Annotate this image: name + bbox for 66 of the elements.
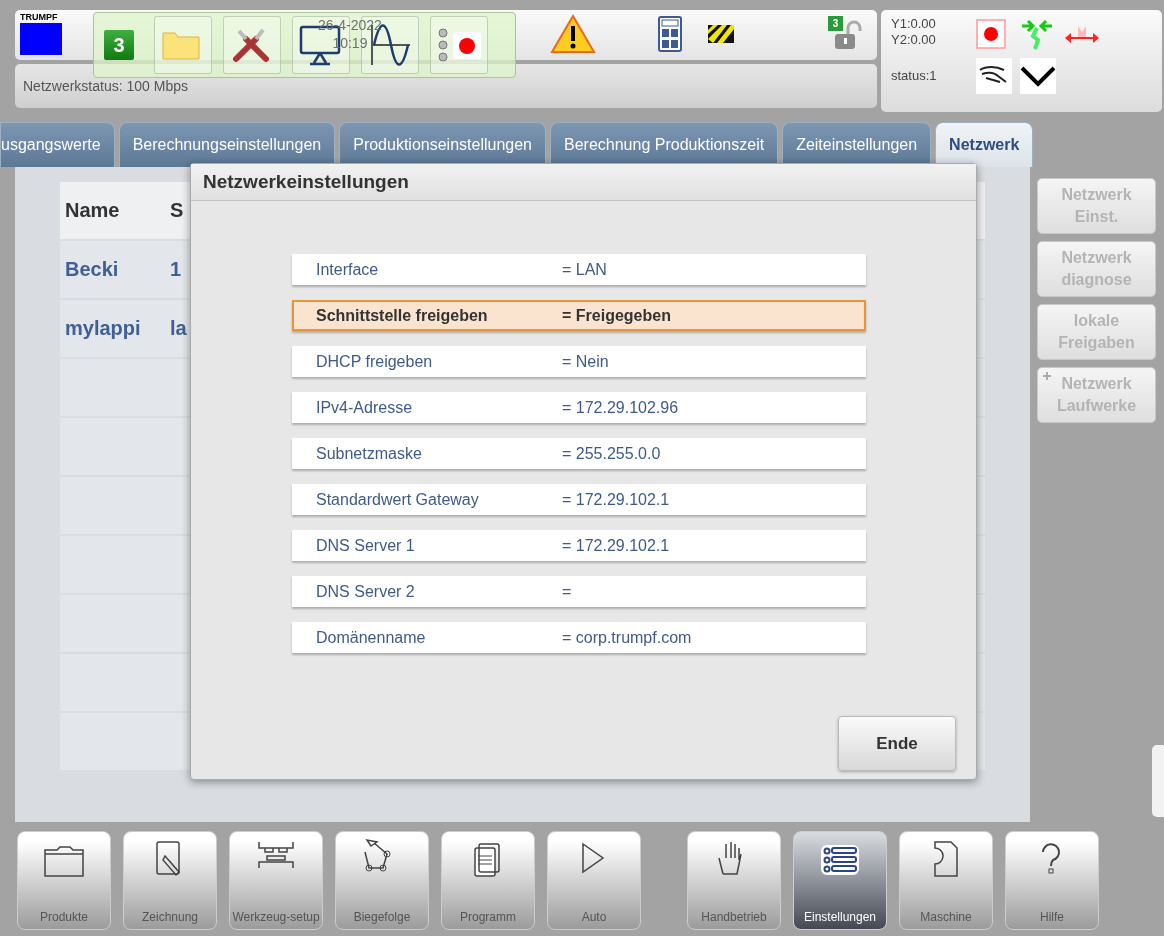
setting-row[interactable]: Schnittstelle freigeben = Freigegeben — [292, 300, 866, 331]
network-status: Netzwerkstatus: 100 Mbps — [23, 78, 188, 94]
setting-row[interactable]: DNS Server 2 = — [292, 576, 866, 607]
side-handle[interactable] — [1152, 745, 1164, 817]
setting-label: Subnetzmaske — [315, 444, 423, 463]
nav-button[interactable]: Werkzeug-setup — [229, 831, 323, 930]
setting-row[interactable]: Subnetzmaske = 255.255.0.0 — [292, 438, 866, 469]
tab[interactable]: Berechnungseinstellungen — [118, 122, 336, 167]
setting-row[interactable]: Standardwert Gateway = 172.29.102.1 — [292, 484, 866, 515]
nav-button[interactable]: Zeichnung — [123, 831, 217, 930]
setting-row[interactable]: Domänenname = corp.trumpf.com — [292, 622, 866, 653]
setting-row[interactable]: DHCP freigeben = Nein — [292, 346, 866, 377]
setting-row[interactable]: Interface = LAN — [292, 254, 866, 285]
column-header: Name — [64, 199, 121, 222]
table-cell-text: Becki — [64, 258, 120, 281]
setting-label: DHCP freigeben — [315, 352, 434, 371]
setting-row[interactable]: DNS Server 1 = 172.29.102.1 — [292, 530, 866, 561]
setting-value: = 172.29.102.1 — [562, 490, 670, 509]
setting-label: DNS Server 2 — [315, 582, 416, 601]
nav-button[interactable]: Hilfe — [1005, 831, 1099, 930]
nav-button[interactable]: Einstellungen — [793, 831, 887, 930]
y1-position: Y1:0.00 — [891, 16, 937, 32]
setting-value: = Nein — [562, 352, 609, 371]
setting-value: = corp.trumpf.com — [562, 628, 692, 647]
column-header: S — [169, 199, 184, 222]
nav-button[interactable]: Programm — [441, 831, 535, 930]
status-text: status:1 — [891, 68, 938, 84]
calculator-icon — [658, 16, 682, 52]
table-cell-text: la — [169, 317, 187, 340]
setting-value: = 172.29.102.1 — [562, 536, 670, 555]
setting-value: = — [562, 582, 572, 601]
nav-button[interactable]: Biegefolge — [335, 831, 429, 930]
setting-value: = 255.255.0.0 — [562, 444, 661, 463]
lock-badge: 3 — [828, 16, 843, 31]
setting-value: = Freigegeben — [562, 306, 671, 325]
end-button[interactable]: Ende — [838, 716, 956, 771]
setting-label: Standardwert Gateway — [315, 490, 480, 509]
hand-icon — [976, 58, 1012, 94]
dialog-title: Netzwerkeinstellungen — [191, 164, 976, 201]
nav-button[interactable]: Maschine — [899, 831, 993, 930]
nav-button[interactable]: Handbetrieb — [687, 831, 781, 930]
date-text: 26-4-2022 — [318, 16, 382, 34]
setting-label: DNS Server 1 — [315, 536, 416, 555]
table-cell-text: 1 — [169, 258, 182, 281]
count-badge: 3 — [104, 30, 134, 60]
v-shape-icon — [1020, 58, 1056, 94]
toolbar-button[interactable] — [223, 16, 281, 74]
nav-button[interactable]: Auto — [547, 831, 641, 930]
logo-square — [20, 23, 62, 55]
y2-position: Y2:0.00 — [891, 32, 937, 48]
tab[interactable]: usgangswerte — [0, 122, 115, 167]
setting-label: IPv4-Adresse — [315, 398, 414, 417]
setting-label: Domänenname — [315, 628, 427, 647]
table-cell-text: mylappi — [64, 317, 142, 340]
nav-button[interactable]: Produkte — [17, 831, 111, 930]
setting-label: Schnittstelle freigeben — [315, 306, 489, 325]
converging-arrows-icon — [1020, 18, 1054, 50]
warning-icon — [550, 14, 596, 54]
setting-label: Interface — [315, 260, 380, 279]
logo-text: TRUMPF — [20, 12, 59, 23]
hazard-stripes-icon — [708, 25, 734, 43]
setting-row[interactable]: IPv4-Adresse = 172.29.102.96 — [292, 392, 866, 423]
record-icon — [976, 19, 1006, 49]
setting-value: = LAN — [562, 260, 607, 279]
tab[interactable]: Netzwerk — [935, 122, 1034, 167]
setting-value: = 172.29.102.96 — [562, 398, 679, 417]
